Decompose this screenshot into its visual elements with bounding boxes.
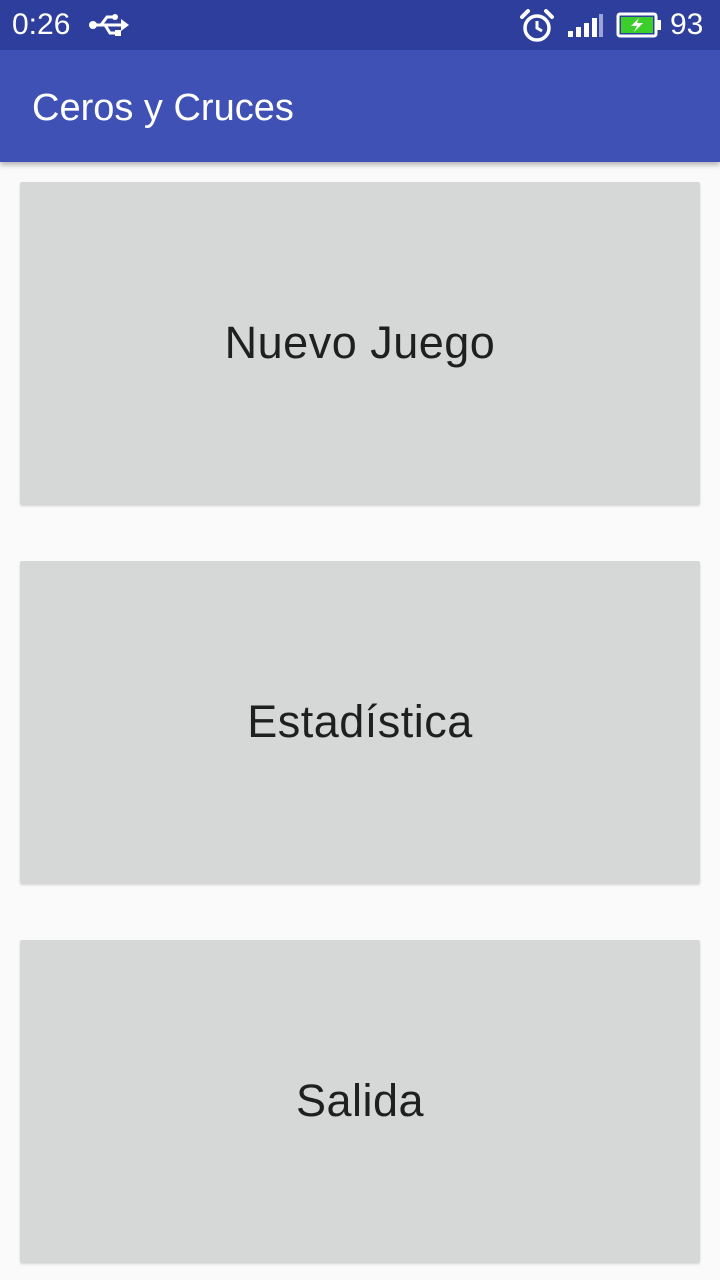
status-time: 0:26: [12, 8, 71, 41]
new-game-label: Nuevo Juego: [224, 317, 496, 368]
new-game-button[interactable]: Nuevo Juego: [20, 182, 700, 504]
statistics-label: Estadística: [247, 696, 473, 747]
app-title: Ceros y Cruces: [32, 87, 294, 129]
main-screen: 0:26 93 Ceros y Cruces Nuevo Juego Estad…: [0, 0, 720, 1280]
exit-button[interactable]: Salida: [20, 940, 700, 1262]
exit-label: Salida: [295, 1075, 425, 1126]
statistics-button[interactable]: Estadística: [20, 561, 700, 883]
signal-icon: [568, 14, 603, 37]
battery-charging-icon: [616, 12, 661, 38]
alarm-icon: [520, 9, 554, 42]
app-bar: Ceros y Cruces: [0, 50, 720, 162]
battery-level: 93: [670, 8, 704, 41]
usb-icon: [89, 14, 129, 36]
status-bar: 0:26 93: [0, 0, 720, 50]
